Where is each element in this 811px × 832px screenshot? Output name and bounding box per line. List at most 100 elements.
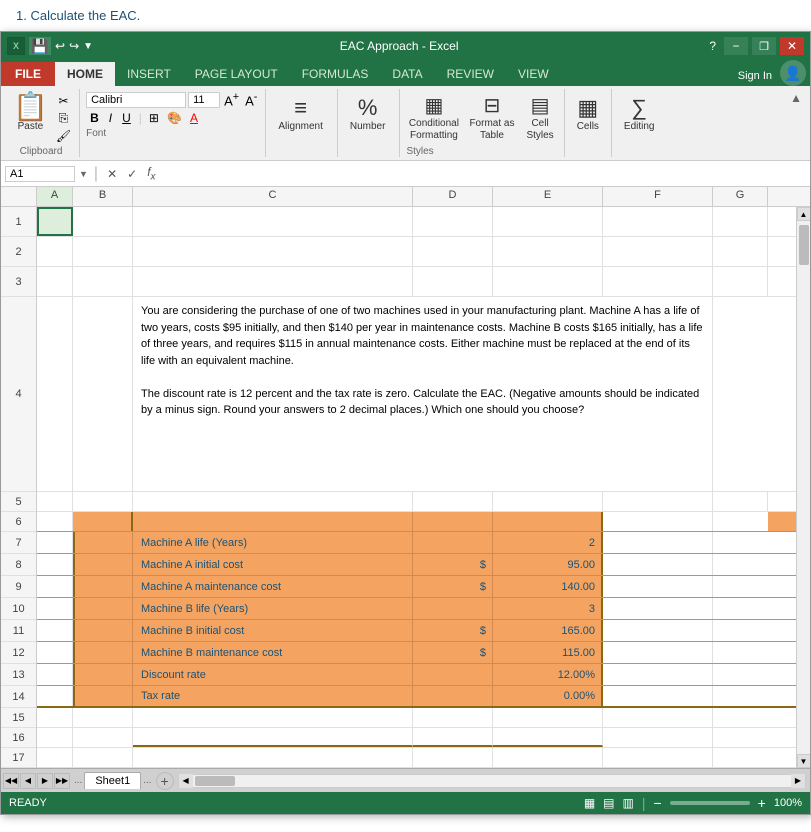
cell-F13[interactable] bbox=[603, 664, 713, 685]
sign-in-button[interactable]: Sign In bbox=[730, 66, 780, 86]
cells-button[interactable]: ▦ Cells bbox=[571, 91, 605, 157]
cell-C4-merged[interactable]: You are considering the purchase of one … bbox=[133, 297, 713, 491]
col-header-G[interactable]: G bbox=[713, 187, 768, 206]
cell-A10[interactable] bbox=[37, 598, 73, 619]
cell-C9[interactable]: Machine A maintenance cost bbox=[133, 576, 413, 597]
cell-B17[interactable] bbox=[73, 748, 133, 767]
cell-E7[interactable]: 2 bbox=[493, 532, 603, 553]
col-header-F[interactable]: F bbox=[603, 187, 713, 206]
cell-C5[interactable] bbox=[133, 492, 413, 511]
cell-C14[interactable]: Tax rate bbox=[133, 686, 413, 706]
cell-F6[interactable] bbox=[603, 512, 713, 531]
bold-button[interactable]: B bbox=[86, 110, 103, 126]
cell-A1[interactable] bbox=[37, 207, 73, 236]
cell-D14[interactable] bbox=[413, 686, 493, 706]
cell-F15[interactable] bbox=[603, 708, 713, 727]
number-button[interactable]: % Number bbox=[344, 91, 392, 136]
fill-color-button[interactable]: 🎨 bbox=[164, 110, 185, 126]
cell-F8[interactable] bbox=[603, 554, 713, 575]
cell-G10[interactable] bbox=[713, 598, 768, 619]
row-header-15[interactable]: 15 bbox=[1, 708, 36, 728]
insert-function-button[interactable]: fx bbox=[144, 165, 158, 182]
conditional-formatting-button[interactable]: ▦ Conditional Formatting bbox=[406, 91, 461, 144]
cell-G7[interactable] bbox=[713, 532, 768, 553]
cell-G3[interactable] bbox=[713, 267, 768, 296]
row-header-2[interactable]: 2 bbox=[1, 237, 36, 267]
cell-D3[interactable] bbox=[413, 267, 493, 296]
first-sheet-button[interactable]: ◀◀ bbox=[3, 773, 19, 789]
close-button[interactable]: ✕ bbox=[780, 37, 804, 55]
col-header-C[interactable]: C bbox=[133, 187, 413, 206]
cell-E16[interactable] bbox=[493, 728, 603, 747]
undo-button[interactable]: ↩ bbox=[55, 39, 65, 53]
cell-F17[interactable] bbox=[603, 748, 713, 767]
cell-E5[interactable] bbox=[493, 492, 603, 511]
alignment-button[interactable]: ≡ Alignment bbox=[272, 91, 328, 136]
tab-home[interactable]: HOME bbox=[55, 62, 115, 86]
cell-G5[interactable] bbox=[713, 492, 768, 511]
collapse-ribbon-button[interactable]: ▲ bbox=[786, 89, 806, 107]
row-header-17[interactable]: 17 bbox=[1, 748, 36, 768]
cancel-formula-button[interactable]: ✕ bbox=[104, 167, 120, 181]
cell-F3[interactable] bbox=[603, 267, 713, 296]
font-size-input[interactable] bbox=[188, 92, 220, 108]
cell-E14[interactable]: 0.00% bbox=[493, 686, 603, 706]
row-header-11[interactable]: 11 bbox=[1, 620, 36, 642]
restore-button[interactable]: ❐ bbox=[752, 37, 776, 55]
zoom-slider[interactable] bbox=[670, 801, 750, 805]
page-layout-view-button[interactable]: ▤ bbox=[603, 796, 614, 810]
formula-input[interactable] bbox=[163, 167, 806, 181]
cell-C10[interactable]: Machine B life (Years) bbox=[133, 598, 413, 619]
cell-G15[interactable] bbox=[713, 708, 768, 727]
cell-E8[interactable]: 95.00 bbox=[493, 554, 603, 575]
row-header-16[interactable]: 16 bbox=[1, 728, 36, 748]
cell-A8[interactable] bbox=[37, 554, 73, 575]
format-painter-button[interactable]: 🖌 bbox=[54, 128, 73, 144]
cell-B11[interactable] bbox=[73, 620, 133, 641]
cell-F9[interactable] bbox=[603, 576, 713, 597]
cell-B13[interactable] bbox=[73, 664, 133, 685]
cell-G11[interactable] bbox=[713, 620, 768, 641]
row-header-9[interactable]: 9 bbox=[1, 576, 36, 598]
cell-C13[interactable]: Discount rate bbox=[133, 664, 413, 685]
zoom-out-button[interactable]: − bbox=[653, 795, 661, 811]
normal-view-button[interactable]: ▦ bbox=[584, 796, 595, 810]
cell-A11[interactable] bbox=[37, 620, 73, 641]
cell-F5[interactable] bbox=[603, 492, 713, 511]
add-sheet-button[interactable]: + bbox=[156, 772, 174, 790]
cell-E6[interactable] bbox=[493, 512, 603, 531]
col-header-E[interactable]: E bbox=[493, 187, 603, 206]
cell-A5[interactable] bbox=[37, 492, 73, 511]
underline-button[interactable]: U bbox=[118, 110, 135, 126]
cell-G1[interactable] bbox=[713, 207, 768, 236]
cell-G16[interactable] bbox=[713, 728, 768, 747]
cell-F10[interactable] bbox=[603, 598, 713, 619]
scroll-thumb-v[interactable] bbox=[799, 225, 809, 265]
cell-F12[interactable] bbox=[603, 642, 713, 663]
format-as-table-button[interactable]: ⊟ Format as Table bbox=[465, 91, 518, 144]
cell-A15[interactable] bbox=[37, 708, 73, 727]
cell-C6[interactable] bbox=[133, 512, 413, 531]
cell-C8[interactable]: Machine A initial cost bbox=[133, 554, 413, 575]
cell-D5[interactable] bbox=[413, 492, 493, 511]
cell-D1[interactable] bbox=[413, 207, 493, 236]
cell-D15[interactable] bbox=[413, 708, 493, 727]
next-sheet-button[interactable]: ▶ bbox=[37, 773, 53, 789]
cell-F14[interactable] bbox=[603, 686, 713, 706]
copy-button[interactable]: ⎘ bbox=[54, 110, 73, 127]
cell-G6[interactable] bbox=[713, 512, 768, 531]
cell-A9[interactable] bbox=[37, 576, 73, 597]
cell-B1[interactable] bbox=[73, 207, 133, 236]
row-header-3[interactable]: 3 bbox=[1, 267, 36, 297]
cell-D13[interactable] bbox=[413, 664, 493, 685]
cell-D11[interactable]: $ bbox=[413, 620, 493, 641]
page-break-view-button[interactable]: ▥ bbox=[623, 796, 634, 810]
cell-E17[interactable] bbox=[493, 748, 603, 767]
cell-A7[interactable] bbox=[37, 532, 73, 553]
file-tab[interactable]: FILE bbox=[1, 62, 55, 86]
cell-G2[interactable] bbox=[713, 237, 768, 266]
cell-G13[interactable] bbox=[713, 664, 768, 685]
last-sheet-button[interactable]: ▶▶ bbox=[54, 773, 70, 789]
cell-C2[interactable] bbox=[133, 237, 413, 266]
cell-C16[interactable] bbox=[133, 728, 413, 747]
